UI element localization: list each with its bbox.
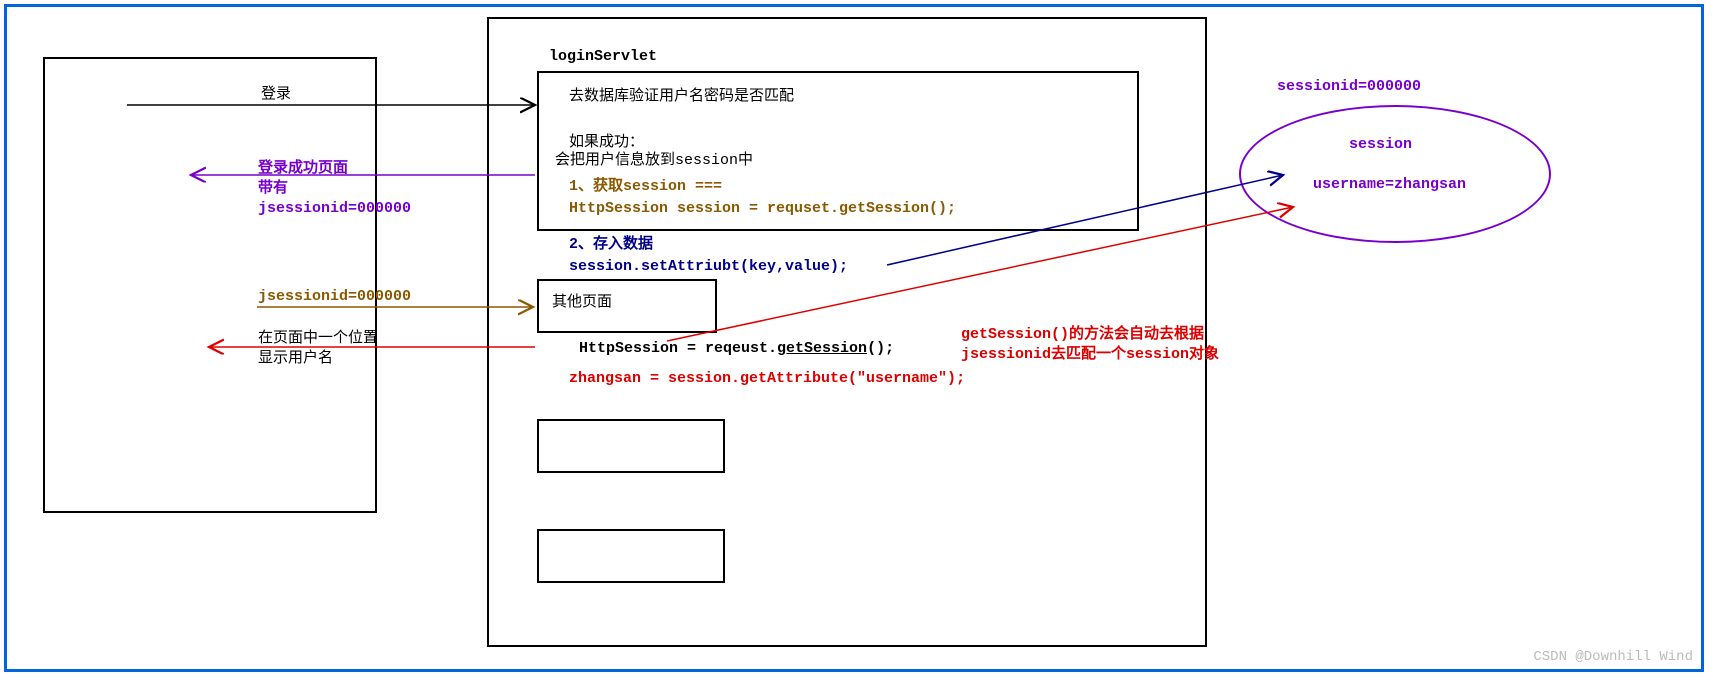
get-attr-code: zhangsan = session.getAttribute("usernam… [569, 369, 965, 389]
verify-text: 去数据库验证用户名密码是否匹配 [569, 87, 794, 107]
empty-box-1 [537, 419, 725, 473]
session-label: session [1349, 135, 1412, 155]
jsessionid-2: jsessionid=000000 [258, 287, 411, 307]
step2: 2、存入数据 [569, 235, 653, 255]
servlet-title: loginServlet [549, 47, 657, 67]
session-ellipse [1239, 105, 1551, 243]
session-username: username=zhangsan [1313, 175, 1466, 195]
set-attr-code: session.setAttriubt(key,value); [569, 257, 848, 277]
show-username: 显示用户名 [258, 349, 333, 369]
login-label: 登录 [261, 85, 291, 105]
client-box [43, 57, 377, 513]
other-get-session: HttpSession = reqeust.getSession(); [579, 339, 894, 359]
other-page-label: 其他页面 [552, 293, 612, 313]
other-get-session-part1: HttpSession = reqeust. [579, 340, 777, 357]
get-session-code: HttpSession session = requset.getSession… [569, 199, 956, 219]
note-line1: getSession()的方法会自动去根据 [961, 325, 1204, 345]
with-label: 带有 [258, 179, 288, 199]
diagram-outer: loginServlet 去数据库验证用户名密码是否匹配 如果成功： 会把用户信… [4, 4, 1704, 672]
put-in-session: 会把用户信息放到session中 [555, 151, 753, 171]
other-get-session-part2: getSession [777, 340, 867, 357]
jsessionid-1: jsessionid=000000 [258, 199, 411, 219]
session-id: sessionid=000000 [1277, 77, 1421, 97]
empty-box-2 [537, 529, 725, 583]
login-success: 登录成功页面 [258, 159, 348, 179]
other-get-session-part3: (); [867, 340, 894, 357]
watermark: CSDN @Downhill Wind [1533, 649, 1693, 665]
note-line2: jsessionid去匹配一个session对象 [961, 345, 1219, 365]
step1: 1、获取session === [569, 177, 722, 197]
page-position: 在页面中一个位置 [258, 329, 378, 349]
if-success: 如果成功： [569, 133, 644, 153]
